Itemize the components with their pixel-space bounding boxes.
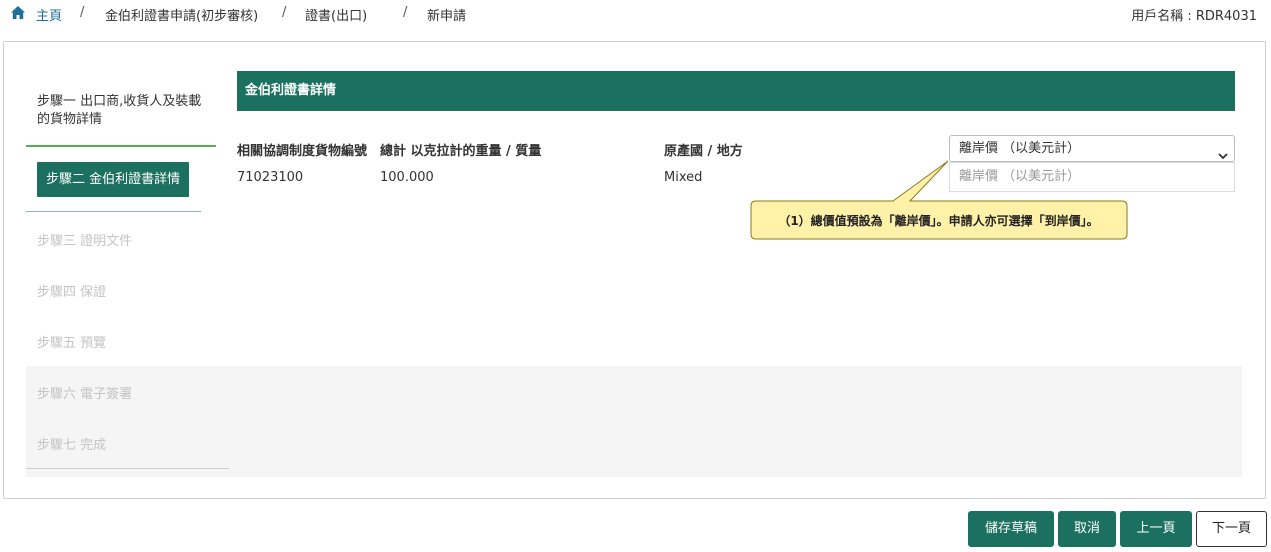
previous-page-button[interactable]: 上一頁	[1120, 511, 1192, 547]
callout-bubble	[750, 160, 1128, 240]
cancel-button[interactable]: 取消	[1058, 511, 1116, 547]
save-draft-button[interactable]: 儲存草稿	[968, 511, 1054, 547]
callout-text: （1）總價值預設為「離岸價」。申請人亦可選擇「到岸價」。	[778, 214, 1099, 228]
next-page-button[interactable]: 下一頁	[1196, 511, 1267, 547]
